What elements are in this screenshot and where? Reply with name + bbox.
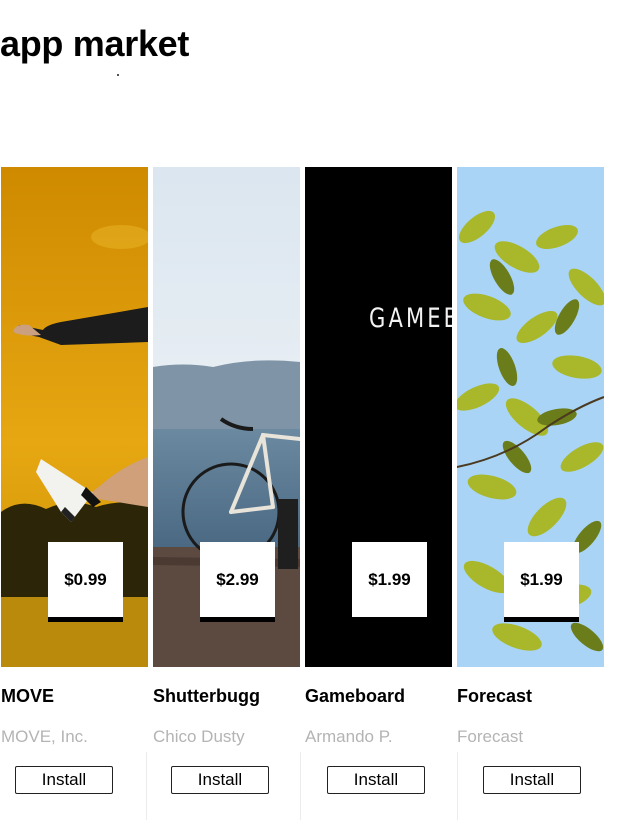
column-divider: [300, 752, 301, 820]
app-developer[interactable]: Forecast: [457, 727, 523, 747]
price-badge: $1.99: [352, 542, 427, 622]
install-button[interactable]: Install: [327, 766, 425, 794]
app-card-gameboard[interactable]: GAMEB $1.99 Gameboard Armando P. Install: [305, 167, 453, 794]
install-button[interactable]: Install: [15, 766, 113, 794]
gameboard-logo-text: GAMEB: [369, 303, 452, 334]
app-developer[interactable]: MOVE, Inc.: [1, 727, 88, 747]
app-developer[interactable]: Armando P.: [305, 727, 393, 747]
column-divider: [146, 752, 147, 820]
price-badge: $0.99: [48, 542, 123, 622]
app-hero-image[interactable]: GAMEB $1.99: [305, 167, 452, 667]
app-developer[interactable]: Chico Dusty: [153, 727, 245, 747]
price-badge: $1.99: [504, 542, 579, 622]
title-underline-mark: [117, 74, 119, 76]
install-button[interactable]: Install: [171, 766, 269, 794]
app-name[interactable]: Gameboard: [305, 686, 405, 707]
app-name[interactable]: MOVE: [1, 686, 54, 707]
app-name[interactable]: Shutterbugg: [153, 686, 260, 707]
app-name[interactable]: Forecast: [457, 686, 532, 707]
install-button[interactable]: Install: [483, 766, 581, 794]
price-badge: $2.99: [200, 542, 275, 622]
column-divider: [457, 752, 458, 820]
app-card-shutterbugg[interactable]: $2.99 Shutterbugg Chico Dusty Install: [153, 167, 301, 794]
app-card-forecast[interactable]: $1.99 Forecast Forecast Install: [457, 167, 605, 794]
page-title: app market: [0, 23, 190, 64]
app-card-move[interactable]: $0.99 MOVE MOVE, Inc. Install: [1, 167, 149, 794]
app-hero-image[interactable]: $0.99: [1, 167, 148, 667]
app-hero-image[interactable]: $1.99: [457, 167, 604, 667]
app-hero-image[interactable]: $2.99: [153, 167, 300, 667]
